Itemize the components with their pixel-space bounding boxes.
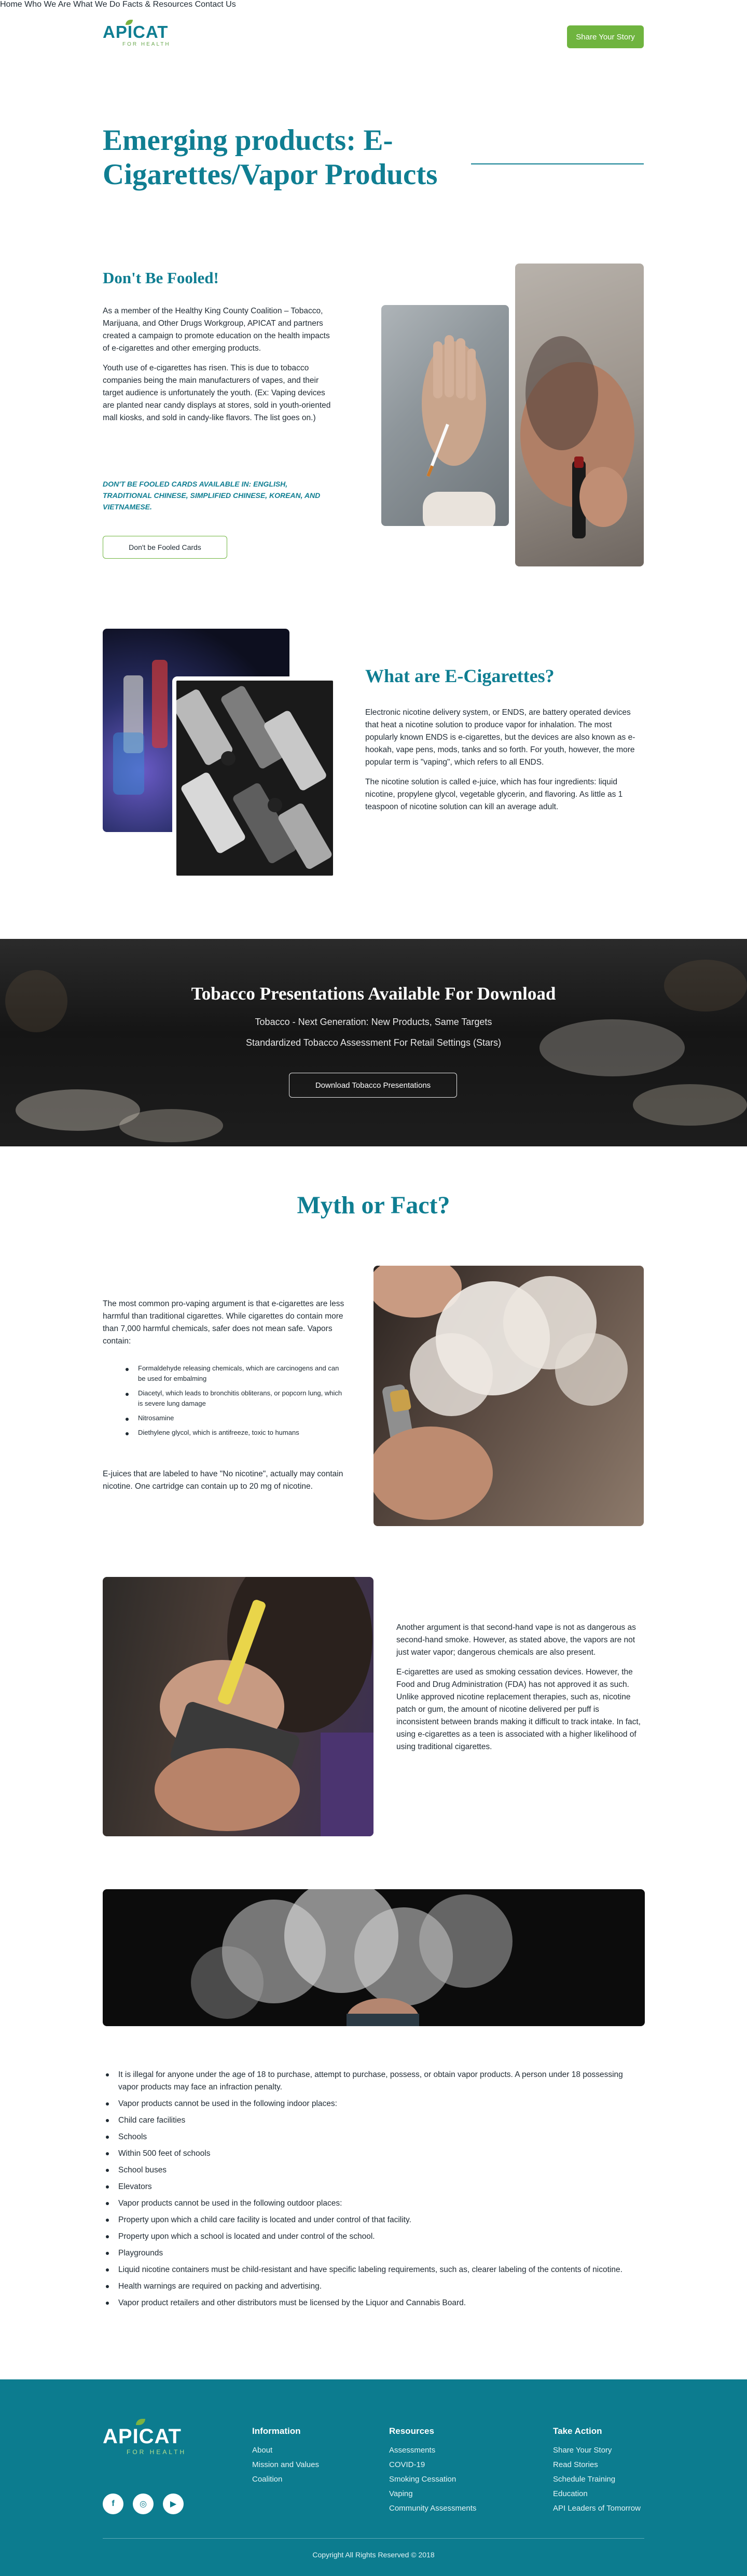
- chemicals-list: Formaldehyde releasing chemicals, which …: [122, 1363, 345, 1438]
- youtube-icon[interactable]: ▶: [163, 2494, 184, 2514]
- logo-wordmark: APICAT: [103, 22, 169, 41]
- list-item: Playgrounds: [103, 2247, 645, 2260]
- vapor-laws-list: It is illegal for anyone under the age o…: [103, 2069, 645, 2309]
- banner-title: Tobacco Presentations Available For Down…: [191, 984, 556, 1004]
- myth-paragraph-1: The most common pro-vaping argument is t…: [103, 1299, 344, 1346]
- list-item: Formaldehyde releasing chemicals, which …: [122, 1363, 345, 1384]
- hand-refusing-vape-photo: [515, 264, 644, 566]
- list-item: School buses: [103, 2164, 645, 2177]
- footer-logo-wordmark: APICAT: [103, 2425, 182, 2448]
- footer-link-education[interactable]: Education: [553, 2489, 588, 2498]
- logo-tagline: FOR HEALTH: [122, 41, 171, 47]
- list-item: It is illegal for anyone under the age o…: [103, 2069, 645, 2094]
- nav-contact-us[interactable]: Contact Us: [195, 0, 236, 9]
- download-presentations-button[interactable]: Download Tobacco Presentations: [289, 1073, 457, 1098]
- title-divider: [471, 163, 644, 164]
- fooled-heading: Don't Be Fooled!: [103, 269, 219, 287]
- footer-col-resources-title: Resources: [389, 2426, 434, 2436]
- list-item: Health warnings are required on packing …: [103, 2280, 645, 2293]
- footer-link-share-story[interactable]: Share Your Story: [553, 2446, 612, 2455]
- footer-divider: [103, 2538, 644, 2539]
- dont-be-fooled-cards-button[interactable]: Don't be Fooled Cards: [103, 536, 227, 559]
- list-item: Diethylene glycol, which is antifreeze, …: [122, 1428, 345, 1438]
- list-item: Within 500 feet of schools: [103, 2148, 645, 2160]
- page-title: Emerging products: E-Cigarettes/Vapor Pr…: [103, 124, 438, 191]
- cards-languages-note: DON'T BE FOOLED CARDS AVAILABLE IN: ENGL…: [103, 480, 321, 511]
- copyright-text: Copyright All Rights Reserved © 2018: [312, 2551, 435, 2559]
- myth-paragraph-3: Another argument is that second-hand vap…: [396, 1623, 636, 1657]
- site-logo[interactable]: APICAT FOR HEALTH: [103, 20, 181, 52]
- myth-heading: Myth or Fact?: [297, 1192, 450, 1219]
- footer-link-schedule-training[interactable]: Schedule Training: [553, 2475, 615, 2484]
- footer-link-api-leaders[interactable]: API Leaders of Tomorrow: [553, 2504, 641, 2513]
- list-item: Vapor products cannot be used in the fol…: [103, 2098, 645, 2110]
- nav-who-we-are[interactable]: Who We Are: [24, 0, 71, 9]
- list-item: Child care facilities: [103, 2114, 645, 2127]
- list-item: Property upon which a child care facilit…: [103, 2214, 645, 2226]
- list-item: Vapor products cannot be used in the fol…: [103, 2197, 645, 2210]
- nav-what-we-do[interactable]: What We Do: [73, 0, 120, 9]
- myth-paragraph-2: E-juices that are labeled to have "No ni…: [103, 1470, 343, 1491]
- nav-facts-resources[interactable]: Facts & Resources: [122, 0, 192, 9]
- presentation-link-stars[interactable]: Standardized Tobacco Assessment For Reta…: [0, 1037, 747, 1048]
- what-heading: What are E-Cigarettes?: [365, 666, 555, 686]
- footer-col-take-action-title: Take Action: [553, 2426, 602, 2436]
- presentations-banner: Tobacco Presentations Available For Down…: [0, 939, 747, 1146]
- site-footer: APICAT FOR HEALTH f ◎ ▶ Information Abou…: [0, 2379, 747, 2576]
- footer-link-assessments[interactable]: Assessments: [389, 2446, 435, 2455]
- myth-paragraph-4: E-cigarettes are used as smoking cessati…: [396, 1668, 641, 1751]
- what-paragraph-1: Electronic nicotine delivery system, or …: [365, 708, 635, 767]
- vape-devices-closeup-photo: [172, 676, 337, 880]
- footer-link-cessation[interactable]: Smoking Cessation: [389, 2475, 456, 2484]
- list-item: Liquid nicotine containers must be child…: [103, 2264, 645, 2276]
- leaf-icon: [136, 2419, 145, 2425]
- footer-link-about[interactable]: About: [252, 2446, 272, 2455]
- footer-col-information-title: Information: [252, 2426, 301, 2436]
- share-your-story-button[interactable]: Share Your Story: [567, 25, 644, 48]
- list-item: Diacetyl, which leads to bronchitis obli…: [122, 1388, 345, 1409]
- what-paragraph-2: The nicotine solution is called e-juice,…: [365, 778, 623, 811]
- footer-link-community-assessments[interactable]: Community Assessments: [389, 2504, 476, 2513]
- footer-link-coalition[interactable]: Coalition: [252, 2475, 282, 2484]
- nav-home[interactable]: Home: [0, 0, 22, 9]
- list-item: Elevators: [103, 2181, 645, 2193]
- list-item: Nitrosamine: [122, 1413, 345, 1423]
- site-header: APICAT FOR HEALTH Home Who We Are What W…: [0, 0, 747, 73]
- vapor-cloud-wide-photo: [103, 1889, 645, 2026]
- person-vaping-cloud-photo: [374, 1266, 644, 1526]
- list-item: Vapor product retailers and other distri…: [103, 2297, 645, 2309]
- list-item: Schools: [103, 2131, 645, 2143]
- footer-link-vaping[interactable]: Vaping: [389, 2489, 413, 2498]
- hand-refusing-cigarette-photo: [381, 305, 509, 526]
- footer-link-mission[interactable]: Mission and Values: [252, 2460, 319, 2469]
- facebook-icon[interactable]: f: [103, 2494, 123, 2514]
- footer-link-read-stories[interactable]: Read Stories: [553, 2460, 598, 2469]
- instagram-icon[interactable]: ◎: [133, 2494, 154, 2514]
- fooled-paragraph-2: Youth use of e-cigarettes has risen. Thi…: [103, 364, 331, 422]
- footer-logo-tagline: FOR HEALTH: [127, 2448, 187, 2456]
- footer-link-covid[interactable]: COVID-19: [389, 2460, 425, 2469]
- presentation-link-next-generation[interactable]: Tobacco - Next Generation: New Products,…: [0, 1017, 747, 1028]
- list-item: Property upon which a school is located …: [103, 2231, 645, 2243]
- teen-with-yellow-vape-photo: [103, 1577, 374, 1836]
- footer-logo[interactable]: APICAT FOR HEALTH: [103, 2419, 196, 2456]
- fooled-paragraph-1: As a member of the Healthy King County C…: [103, 307, 330, 353]
